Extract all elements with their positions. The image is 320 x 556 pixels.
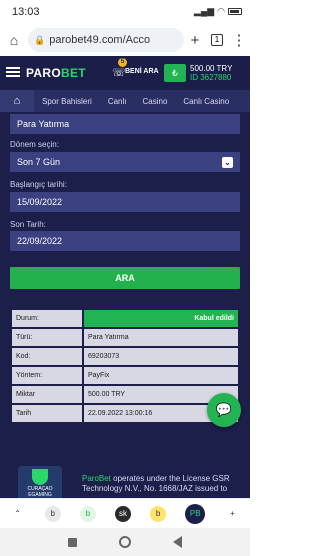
table-row: Kod: 69203073 [12,348,238,365]
status-badge: Kabul edildi [84,310,238,327]
logo-text-a: PARO [26,66,61,80]
period-select[interactable]: Son 7 Gün ⌄ [10,152,240,172]
table-row: Yöntem: PayFix [12,367,238,384]
balance-block[interactable]: 500.00 TRY ID 3627880 [190,64,232,82]
chat-icon[interactable]: 💬 [207,393,241,427]
balance: 500.00 TRY [190,64,233,73]
menu-item-live-casino[interactable]: Canlı Casino [175,97,237,106]
menu-item-casino[interactable]: Casino [135,97,176,106]
site-logo[interactable]: PAROBET [26,66,86,80]
browser-toolbar: ⌂ 🔒 parobet49.com/Acco + 1 ⋮ [0,24,250,56]
url-text: parobet49.com/Acco [49,34,151,46]
clock: 13:03 [12,6,40,18]
hamburger-icon[interactable] [6,67,20,77]
menu-item-live[interactable]: Canlı [100,97,135,106]
home-button-icon[interactable] [119,536,131,548]
end-date-field[interactable]: 22/09/2022 [10,231,240,251]
row-value: Para Yatırma [84,329,238,346]
row-value: PayFix [84,367,238,384]
tab-favicon-4[interactable]: b [150,505,167,522]
type-select-value: Para Yatırma [17,119,70,129]
type-select[interactable]: Para Yatırma [10,114,240,134]
transaction-table: Durum: Kabul edildi Türü: Para Yatırma K… [10,308,240,424]
call-me-link[interactable]: BENİ ARA [125,68,159,75]
tab-favicon-3[interactable]: sk [114,505,131,522]
status-bar: 13:03 ▂▄▆ ◠ [0,0,250,24]
new-tab-icon[interactable]: + [184,32,206,49]
main-menu: ⌂ Spor Bahisleri Canlı Casino Canlı Casi… [0,90,250,112]
row-value: 69203073 [84,348,238,365]
chevron-down-icon: ⌄ [222,156,233,168]
website: PAROBET 5 ☏ BENİ ARA ₺ 500.00 TRY ID 362… [0,56,250,510]
wifi-icon: ◠ [217,6,225,16]
table-row: Türü: Para Yatırma [12,329,238,346]
battery-icon [228,8,242,15]
search-button[interactable]: ARA [10,267,240,289]
license-text: ParoBet operates under the License GSR T… [82,474,242,494]
license-brand: ParoBet [82,474,111,483]
tab-favicon-2[interactable]: b [79,505,96,522]
start-date-field[interactable]: 15/09/2022 [10,192,240,212]
chevron-up-icon[interactable]: ⌃ [10,506,26,522]
row-key: Kod: [12,348,82,365]
row-key: Tarih [12,405,82,422]
period-select-value: Son 7 Gün [17,157,61,167]
tab-favicon-1[interactable]: b [44,505,61,522]
recents-icon[interactable] [68,537,77,547]
wallet-icon[interactable]: ₺ [164,64,186,82]
address-bar[interactable]: 🔒 parobet49.com/Acco [28,28,184,52]
start-date-label: Başlangıç tarihi: [10,180,67,189]
home-icon[interactable]: ⌂ [0,32,28,48]
start-date-value: 15/09/2022 [17,197,63,207]
row-key: Durum: [12,310,82,327]
status-icons: ▂▄▆ ◠ [194,6,242,17]
end-date-label: Son Tarih: [10,220,46,229]
phone-icon[interactable]: ☏ [112,66,126,79]
row-key: Miktar [12,386,82,403]
row-key: Yöntem: [12,367,82,384]
site-header: PAROBET 5 ☏ BENİ ARA ₺ 500.00 TRY ID 362… [0,56,250,90]
period-label: Dönem seçin: [10,140,59,149]
row-key: Türü: [12,329,82,346]
end-date-value: 22/09/2022 [17,236,63,246]
logo-text-b: BET [60,66,86,80]
table-row: Durum: Kabul edildi [12,310,238,327]
signal-icon: ▂▄▆ [193,6,215,16]
browser-bottom-bar: ⌃ b b sk b PB + [0,498,250,528]
menu-item-sports[interactable]: Spor Bahisleri [34,97,100,106]
table-row: Miktar 500.00 TRY [12,386,238,403]
lock-icon: 🔒 [34,34,46,45]
tab-favicon-active[interactable]: PB [185,503,206,524]
tabs-button[interactable]: 1 [206,34,228,46]
home-icon[interactable]: ⌂ [0,90,34,112]
table-row: Tarih 22.09.2022 13:00:16 [12,405,238,422]
user-id: ID 3627880 [190,73,232,82]
back-icon[interactable] [173,536,182,548]
curacao-text: CURAÇAO EGAMING [27,486,53,498]
system-nav-bar [0,528,250,556]
more-icon[interactable]: ⋮ [228,31,250,49]
shield-icon [32,469,48,485]
tab-count: 1 [211,34,223,46]
add-tab-icon[interactable]: + [224,506,240,522]
